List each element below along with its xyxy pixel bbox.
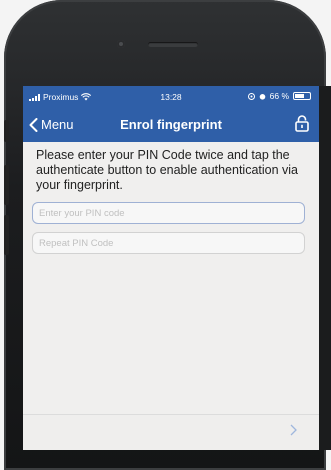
lock-button[interactable]: [295, 115, 309, 137]
chevron-right-icon: [290, 424, 297, 436]
app-screen: Proximus 13:28 66 % Menu Enrol fingerpri…: [23, 86, 319, 450]
navigation-bar: Menu Enrol fingerprint: [23, 108, 319, 142]
alarm-icon: [259, 93, 265, 100]
repeat-pin-code-input[interactable]: [32, 232, 305, 254]
volume-up-button: [4, 165, 9, 205]
mute-switch: [4, 120, 9, 142]
battery-icon: [293, 92, 311, 100]
phone-edge: [319, 86, 331, 450]
content-area: Please enter your PIN Code twice and tap…: [23, 142, 319, 193]
lock-open-icon: [295, 115, 309, 132]
battery-percent: 66 %: [269, 91, 289, 101]
status-bar: Proximus 13:28 66 %: [23, 86, 319, 108]
pin-code-input[interactable]: [32, 202, 305, 224]
next-button[interactable]: [290, 423, 297, 441]
front-camera: [117, 40, 125, 48]
instructions-text: Please enter your PIN Code twice and tap…: [36, 148, 299, 192]
volume-down-button: [4, 215, 9, 255]
bottom-toolbar: [23, 414, 319, 450]
earpiece-speaker: [148, 42, 198, 47]
status-icons: 66 %: [247, 91, 311, 101]
page-title: Enrol fingerprint: [120, 117, 222, 132]
location-icon: [247, 92, 255, 100]
